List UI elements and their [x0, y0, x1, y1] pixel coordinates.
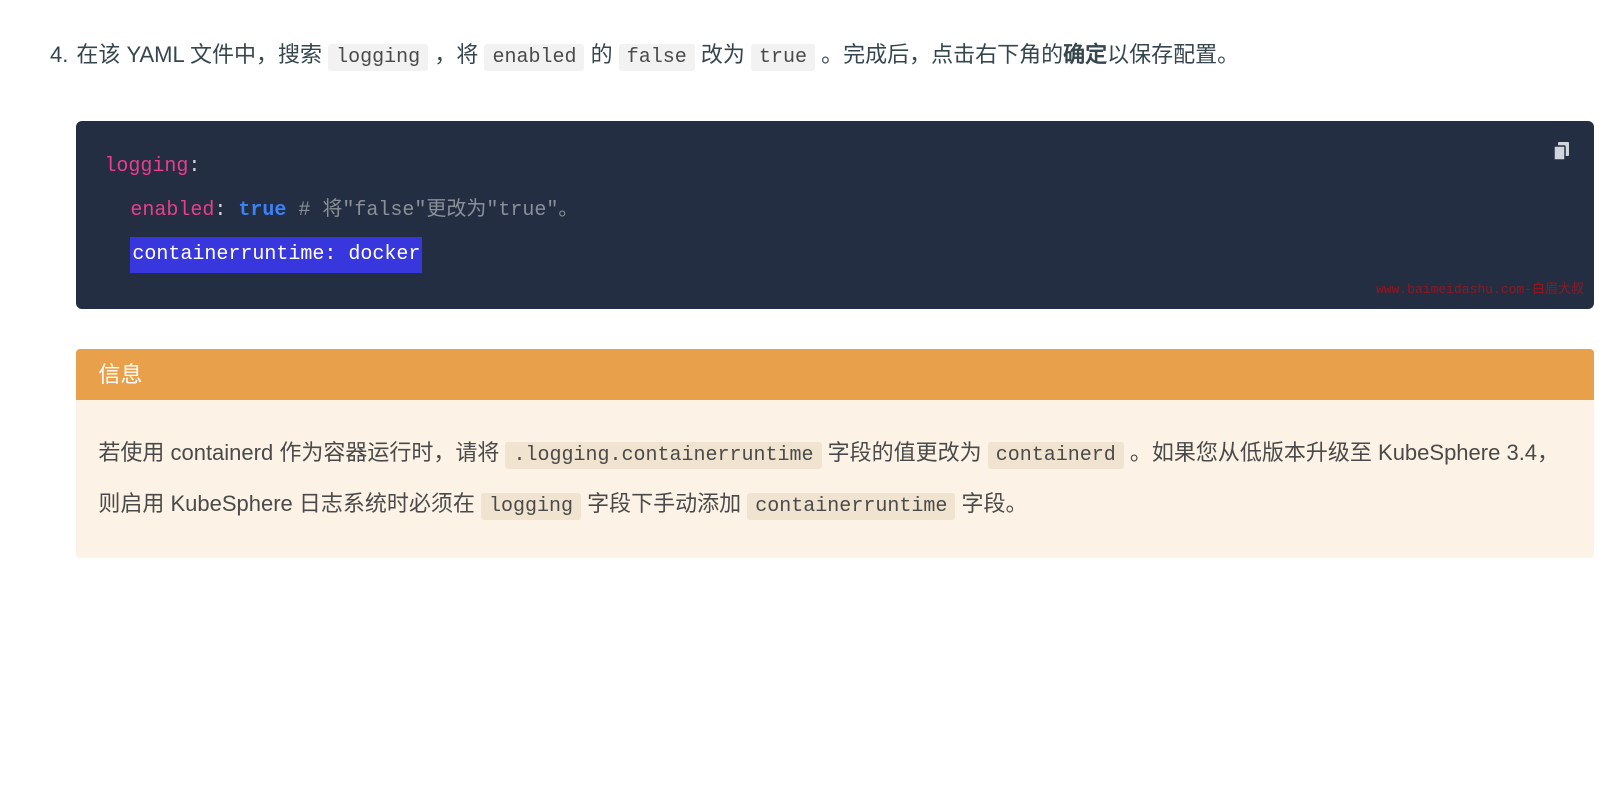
code-line: logging: — [104, 149, 1566, 185]
instruction-text: 。完成后，点击右下角的 — [821, 42, 1063, 67]
info-text: 字段下手动添加 — [587, 491, 747, 516]
inline-code: containerd — [988, 442, 1124, 469]
inline-code: containerruntime — [747, 493, 955, 520]
inline-code: true — [751, 44, 815, 71]
instruction-text: 在该 YAML 文件中，搜索 — [76, 42, 328, 67]
info-text: 字段的值更改为 — [828, 440, 988, 465]
yaml-value: docker — [348, 243, 420, 266]
yaml-comment: # 将"false"更改为"true"。 — [286, 199, 578, 222]
yaml-key: enabled — [130, 199, 214, 222]
yaml-key: containerruntime — [132, 243, 324, 266]
code-line-highlighted: containerruntime: docker — [130, 237, 1566, 273]
code-block: logging: enabled: true # 将"false"更改为"tru… — [76, 121, 1594, 309]
info-header: 信息 — [76, 349, 1594, 400]
list-content: 在该 YAML 文件中，搜索 logging ，将 enabled 的 fals… — [76, 30, 1594, 558]
instruction-text: 的 — [591, 42, 619, 67]
copy-icon[interactable] — [1550, 139, 1574, 177]
info-text: 字段。 — [961, 491, 1027, 516]
code-line: enabled: true # 将"false"更改为"true"。 — [130, 193, 1566, 229]
instruction-text: ，将 — [434, 42, 484, 67]
info-text: 若使用 containerd 作为容器运行时，请将 — [98, 440, 505, 465]
inline-code: logging — [328, 44, 428, 71]
list-number: 4. — [20, 30, 68, 81]
instruction-bold: 确定 — [1063, 42, 1107, 67]
yaml-colon: : — [324, 243, 348, 266]
instruction-paragraph: 在该 YAML 文件中，搜索 logging ，将 enabled 的 fals… — [76, 30, 1594, 81]
inline-code: false — [619, 44, 695, 71]
yaml-colon: : — [214, 199, 238, 222]
yaml-key: logging — [104, 155, 188, 178]
inline-code: .logging.containerruntime — [505, 442, 821, 469]
instruction-text: 改为 — [701, 42, 751, 67]
inline-code: logging — [481, 493, 581, 520]
info-body: 若使用 containerd 作为容器运行时，请将 .logging.conta… — [76, 400, 1594, 558]
inline-code: enabled — [484, 44, 584, 71]
yaml-colon: : — [188, 155, 200, 178]
ordered-list-item: 4. 在该 YAML 文件中，搜索 logging ，将 enabled 的 f… — [20, 30, 1594, 558]
watermark-text: www.baimeidashu.com-白眉大叔 — [1376, 278, 1584, 301]
instruction-text: 以保存配置。 — [1107, 42, 1239, 67]
yaml-value: true — [238, 199, 286, 222]
info-box: 信息 若使用 containerd 作为容器运行时，请将 .logging.co… — [76, 349, 1594, 558]
